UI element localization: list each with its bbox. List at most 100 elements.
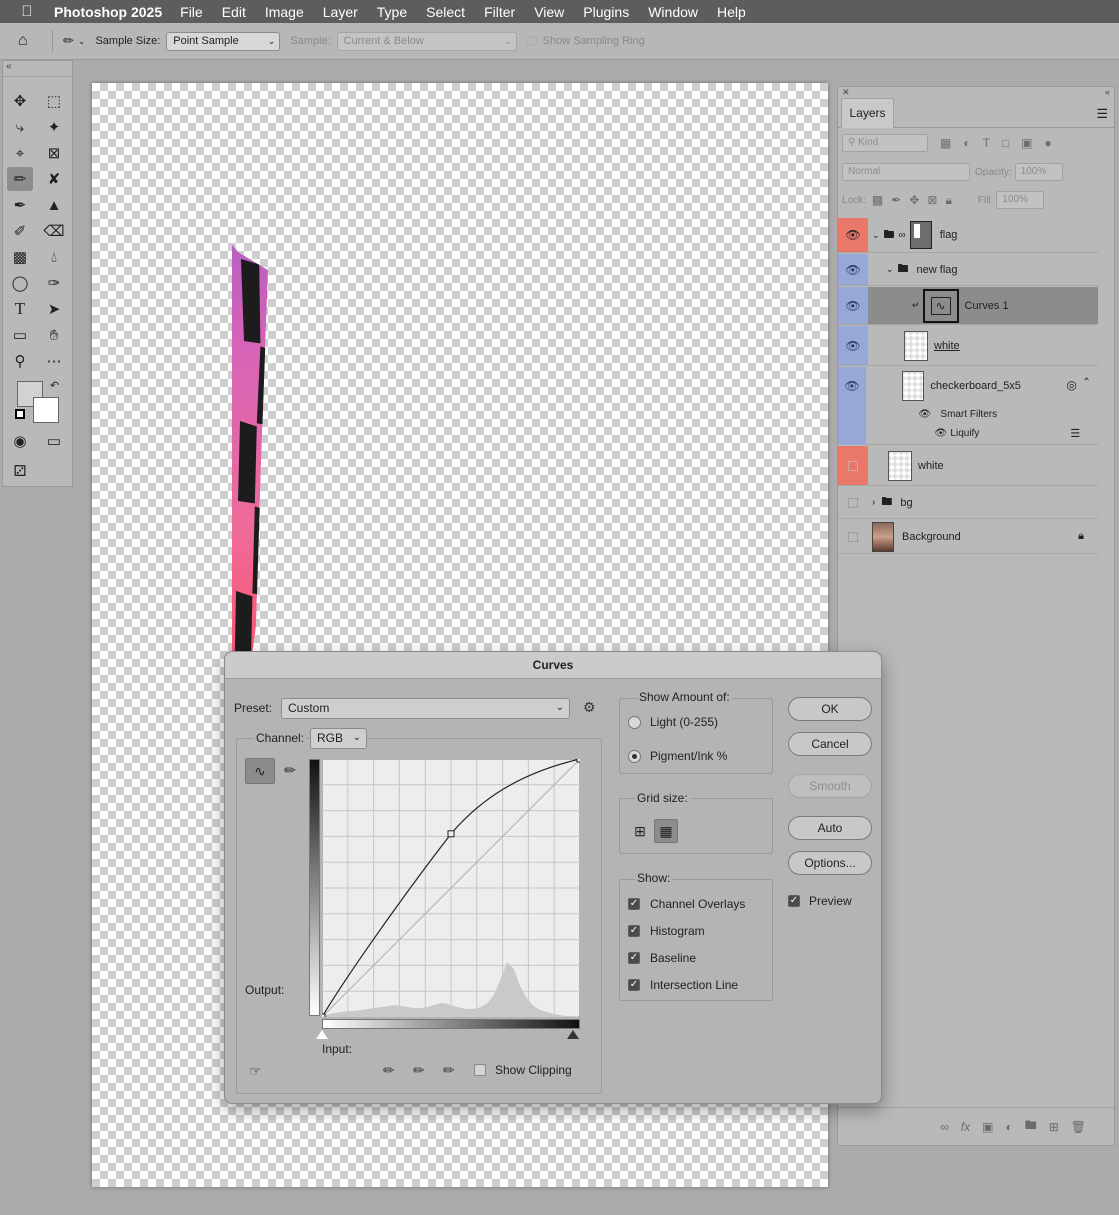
menu-select[interactable]: Select (426, 4, 465, 20)
liquify-filter-label[interactable]: Liquify (950, 428, 979, 439)
menu-plugins[interactable]: Plugins (583, 4, 629, 20)
sample-select[interactable]: Current & Below ⌄ (336, 31, 517, 51)
swap-colors-icon[interactable]: ↶ (50, 379, 59, 392)
menu-image[interactable]: Image (265, 4, 304, 20)
adjustment-filter-icon[interactable]: ◐ (963, 136, 970, 150)
marquee-tool-icon[interactable]: ⬚ (41, 89, 67, 113)
panel-menu-icon[interactable]: ☰ (1096, 106, 1108, 122)
curve-point-tool-icon[interactable]: ∿ (245, 758, 275, 784)
shape-filter-icon[interactable]: □ (1002, 136, 1009, 150)
type-filter-icon[interactable]: T (983, 136, 990, 150)
panel-collapse-icon[interactable]: « (3, 61, 72, 77)
eraser-tool-icon[interactable]: ⌫ (41, 219, 67, 243)
type-tool-icon[interactable]: T (7, 297, 33, 321)
rectangle-tool-icon[interactable]: ▭ (7, 323, 33, 347)
trash-icon[interactable]: 🗑︎ (1071, 1120, 1086, 1134)
image-filter-icon[interactable]: ▦ (940, 136, 951, 150)
channel-overlays-checkbox[interactable]: ✓ (628, 898, 640, 910)
intersection-line-checkbox[interactable]: ✓ (628, 979, 640, 991)
layer-row-bg[interactable]: › 🖿︎ bg (838, 487, 1098, 519)
chevron-down-icon[interactable]: ⌄ (872, 230, 880, 241)
layer-row-background[interactable]: Background 🔒︎ (838, 520, 1098, 554)
close-icon[interactable]: ✕ (842, 87, 850, 98)
lock-pixels-icon[interactable]: ✒ (891, 193, 901, 207)
filter-options-icon[interactable]: ☰ (1070, 427, 1080, 440)
hand-tool-icon[interactable]: ✋︎ (41, 323, 67, 347)
smart-object-filter-icon[interactable]: ▣ (1021, 136, 1032, 150)
edit-toolbar-icon[interactable]: ⚂ (7, 459, 33, 483)
white-point-slider[interactable] (316, 1030, 328, 1039)
quick-mask-icon[interactable]: ◉ (7, 429, 33, 453)
menu-layer[interactable]: Layer (323, 4, 358, 20)
layer-row-checkerboard[interactable]: 👁︎ checkerboard_5x5 ◎ ⌃ 👁︎ Smart Filters… (838, 367, 1098, 445)
menu-help[interactable]: Help (717, 4, 746, 20)
filter-toggle-icon[interactable]: ● (1045, 136, 1052, 150)
preview-checkbox[interactable]: ✓ (788, 895, 800, 907)
cancel-button[interactable]: Cancel (788, 732, 872, 756)
menu-window[interactable]: Window (648, 4, 698, 20)
healing-brush-icon[interactable]: ✘ (41, 167, 67, 191)
screen-mode-icon[interactable]: ▭ (41, 429, 67, 453)
layer-row-white[interactable]: 👁︎ white (838, 326, 1098, 366)
auto-button[interactable]: Auto (788, 816, 872, 840)
layer-row-white-2[interactable]: white (838, 446, 1098, 486)
default-colors-icon[interactable] (15, 409, 25, 419)
zoom-tool-icon[interactable]: ⚲ (7, 349, 33, 373)
lock-artboard-icon[interactable]: ⊠ (927, 193, 937, 207)
gray-eyedropper-icon[interactable]: ✏︎ (413, 1062, 425, 1079)
new-layer-icon[interactable]: ⊞ (1049, 1120, 1059, 1134)
fill-field[interactable]: 100% (996, 191, 1045, 209)
show-sampling-ring-checkbox[interactable] (526, 36, 537, 46)
link-layers-icon[interactable]: ∞ (940, 1120, 949, 1134)
magic-wand-icon[interactable]: ✦ (41, 115, 67, 139)
filter-kind-select[interactable]: ⚲ Kind (842, 134, 928, 152)
eye-icon[interactable]: 👁︎ (918, 409, 931, 420)
light-radio[interactable] (628, 716, 641, 729)
new-group-icon[interactable]: 🖿︎ (1025, 1116, 1037, 1137)
eye-icon[interactable]: 👁︎ (934, 428, 947, 439)
dodge-tool-icon[interactable]: ◯ (7, 271, 33, 295)
target-adjustment-icon[interactable]: ☞ (249, 1063, 262, 1080)
blur-tool-icon[interactable]: 💧︎ (41, 245, 67, 269)
crop-tool-icon[interactable]: ⌖ (7, 141, 33, 165)
fx-icon[interactable]: fx (961, 1120, 970, 1134)
gear-icon[interactable]: ⚙︎ (583, 699, 596, 716)
lock-transparent-icon[interactable]: ▩ (872, 193, 883, 207)
chevron-up-icon[interactable]: ⌃ (1082, 377, 1090, 388)
visibility-toggle[interactable] (838, 487, 868, 518)
collapse-icon[interactable]: « (1105, 87, 1110, 98)
eye-icon[interactable]: 👁︎ (838, 367, 866, 445)
eye-icon[interactable]: 👁︎ (838, 254, 868, 285)
path-selection-icon[interactable]: ➤ (41, 297, 67, 321)
home-icon[interactable]: ⌂ (18, 32, 42, 50)
apple-icon[interactable]:  (0, 3, 54, 20)
history-brush-icon[interactable]: ✐ (7, 219, 33, 243)
eyedropper-tool-icon[interactable]: ✏︎ (7, 167, 33, 191)
fine-grid-icon[interactable]: ▦ (654, 819, 678, 843)
gradient-tool-icon[interactable]: ▩ (7, 245, 33, 269)
menu-type[interactable]: Type (377, 4, 407, 20)
menu-filter[interactable]: Filter (484, 4, 515, 20)
menu-edit[interactable]: Edit (222, 4, 246, 20)
coarse-grid-icon[interactable]: ⊞ (628, 819, 652, 843)
lock-all-icon[interactable]: 🔒︎ (945, 193, 951, 208)
chevron-down-icon[interactable]: ⌄ (78, 36, 86, 47)
lasso-tool-icon[interactable]: ⤷ (7, 115, 33, 139)
ok-button[interactable]: OK (788, 697, 872, 721)
layer-row-new-flag[interactable]: 👁︎ ⌄ 🖿︎ new flag (838, 254, 1098, 286)
chevron-down-icon[interactable]: ⌄ (886, 264, 894, 275)
menu-view[interactable]: View (534, 4, 564, 20)
layer-row-flag[interactable]: 👁︎ ⌄ 🖿︎ ∞ flag (838, 218, 1098, 253)
eye-icon[interactable]: 👁︎ (838, 287, 868, 324)
move-tool-icon[interactable]: ✥ (7, 89, 33, 113)
app-name-menu[interactable]: Photoshop 2025 (54, 4, 162, 20)
pigment-radio[interactable] (628, 750, 641, 763)
black-point-slider[interactable] (567, 1030, 579, 1039)
options-button[interactable]: Options... (788, 851, 872, 875)
layer-row-curves-1[interactable]: 👁︎ ↵ ∿ Curves 1 (838, 287, 1098, 325)
frame-tool-icon[interactable]: ⊠ (41, 141, 67, 165)
pencil-tool-icon[interactable]: ✏︎ (278, 758, 302, 782)
curve-graph[interactable] (322, 759, 580, 1017)
pen-tool-icon[interactable]: ✑ (41, 271, 67, 295)
new-adjustment-icon[interactable]: ◐ (1005, 1120, 1012, 1134)
